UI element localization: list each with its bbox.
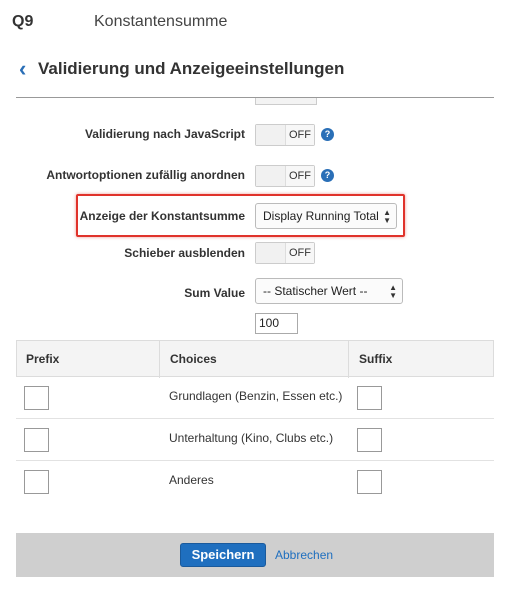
toggle-state: OFF: [286, 166, 314, 186]
footer-bar: Speichern Abbrechen: [16, 533, 494, 577]
column-divider: [159, 341, 160, 378]
choice-text: Grundlagen (Benzin, Essen etc.): [169, 389, 343, 403]
randomize-label: Antwortoptionen zufällig anordnen: [46, 168, 245, 182]
question-id: Q9: [12, 13, 34, 30]
select-arrows-icon: ▲ ▼: [383, 208, 391, 225]
question-type: Konstantensumme: [94, 13, 228, 30]
question-header: Q9 Konstantensumme: [0, 0, 508, 48]
sum-value-select[interactable]: -- Statischer Wert -- ▲ ▼: [255, 278, 403, 304]
sum-value-input[interactable]: 100: [255, 313, 298, 334]
help-icon[interactable]: ?: [321, 128, 334, 141]
chevron-left-icon[interactable]: ‹: [19, 58, 26, 80]
suffix-input[interactable]: [357, 386, 382, 410]
prefix-input[interactable]: [24, 386, 49, 410]
hide-slider-toggle[interactable]: OFF: [255, 242, 315, 264]
select-arrows-icon: ▲ ▼: [389, 283, 397, 300]
section-title[interactable]: Validierung und Anzeigeeinstellungen: [38, 59, 344, 79]
toggle-state: OFF: [286, 125, 314, 145]
prefix-input[interactable]: [24, 428, 49, 452]
cancel-link[interactable]: Abbrechen: [275, 548, 333, 562]
clipped-toggle[interactable]: [255, 98, 317, 105]
save-button[interactable]: Speichern: [180, 543, 266, 567]
toggle-knob: [256, 166, 286, 186]
table-header: Prefix Choices Suffix: [16, 340, 494, 378]
section-header: ‹ Validierung und Anzeigeeinstellungen: [0, 48, 508, 98]
validation-js-label: Validierung nach JavaScript: [84, 127, 245, 141]
suffix-input[interactable]: [357, 470, 382, 494]
suffix-header: Suffix: [359, 352, 393, 366]
choice-text: Unterhaltung (Kino, Clubs etc.): [169, 431, 334, 445]
toggle-state: OFF: [286, 243, 314, 263]
select-value: Display Running Total: [263, 209, 379, 223]
toggle-knob: [256, 125, 286, 145]
table-row: Anderes: [16, 461, 494, 503]
select-value: -- Statischer Wert --: [263, 284, 368, 298]
table-row: Unterhaltung (Kino, Clubs etc.): [16, 419, 494, 461]
prefix-header: Prefix: [26, 352, 60, 366]
choice-text: Anderes: [169, 473, 214, 487]
choices-header: Choices: [170, 352, 217, 366]
prefix-input[interactable]: [24, 470, 49, 494]
validation-js-toggle[interactable]: OFF: [255, 124, 315, 146]
display-constant-sum-label: Anzeige der Konstantsumme: [79, 209, 245, 223]
help-icon[interactable]: ?: [321, 169, 334, 182]
display-constant-sum-select[interactable]: Display Running Total ▲ ▼: [255, 203, 397, 229]
hide-slider-label: Schieber ausblenden: [124, 246, 245, 260]
column-divider: [348, 341, 349, 378]
sum-value-label: Sum Value: [184, 286, 245, 300]
toggle-knob: [256, 243, 286, 263]
randomize-toggle[interactable]: OFF: [255, 165, 315, 187]
suffix-input[interactable]: [357, 428, 382, 452]
table-row: Grundlagen (Benzin, Essen etc.): [16, 377, 494, 419]
